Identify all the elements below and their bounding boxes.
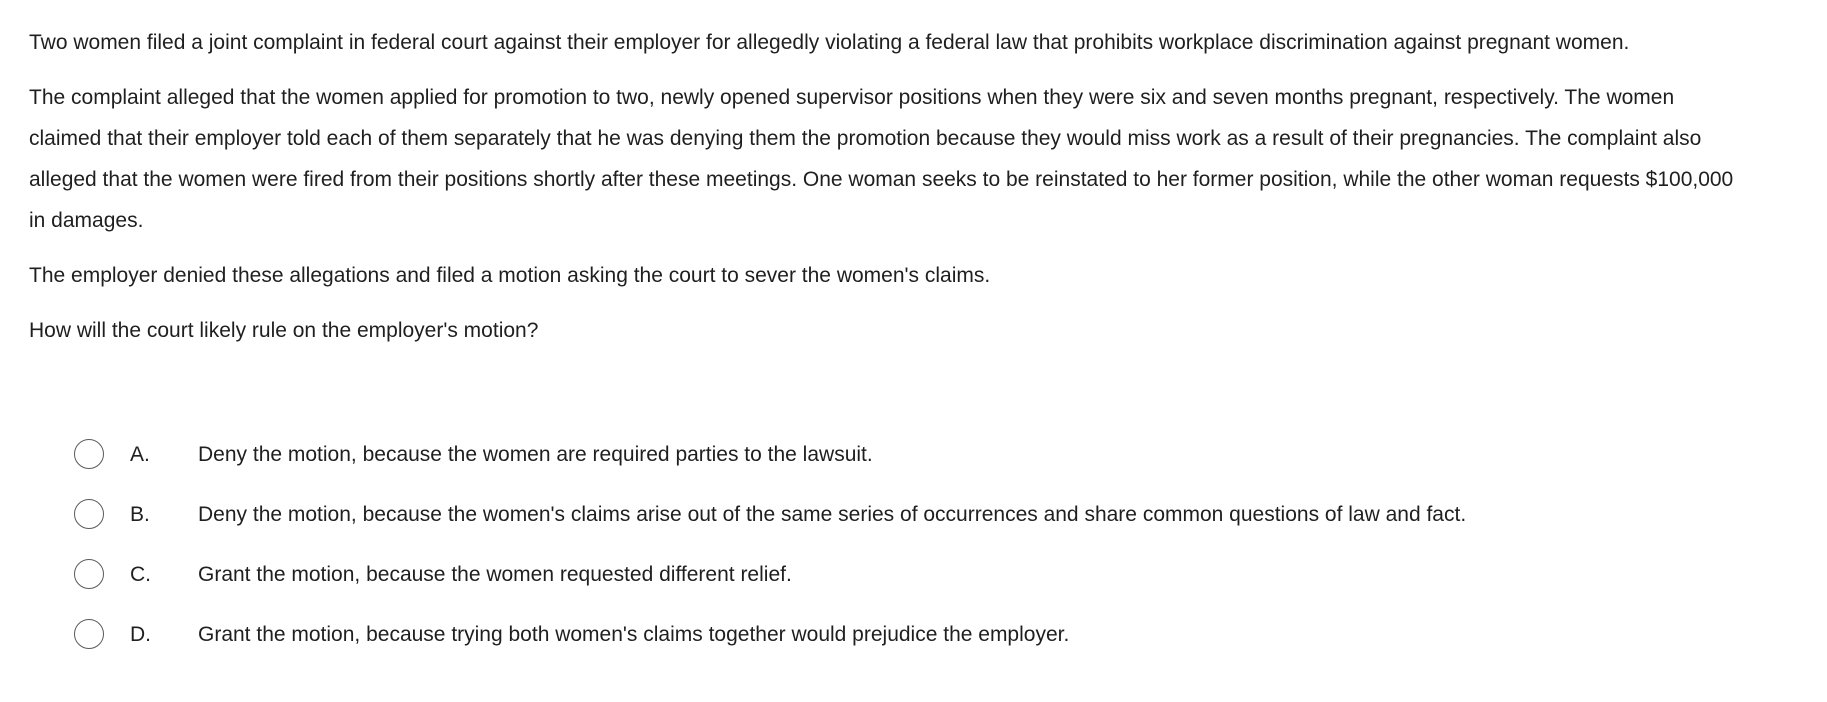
question-body: Two women filed a joint complaint in fed… [29, 22, 1749, 375]
choice-letter-d: D. [130, 623, 151, 646]
choice-text-b[interactable]: Deny the motion, because the women's cla… [198, 494, 1718, 535]
radio-button-d[interactable] [74, 619, 104, 649]
question-paragraph-1: Two women filed a joint complaint in fed… [29, 31, 1630, 54]
choice-text-a[interactable]: Deny the motion, because the women are r… [198, 434, 1718, 475]
answer-choice-a[interactable]: A. Deny the motion, because the women ar… [74, 434, 1754, 475]
question-paragraph-2: The complaint alleged that the women app… [29, 86, 1734, 232]
radio-button-c[interactable] [74, 559, 104, 589]
choice-letter-a: A. [130, 443, 150, 466]
choice-text-d[interactable]: Grant the motion, because trying both wo… [198, 614, 1718, 655]
radio-button-a[interactable] [74, 439, 104, 469]
choice-text-c[interactable]: Grant the motion, because the women requ… [198, 554, 1718, 595]
radio-button-b[interactable] [74, 499, 104, 529]
question-stem: How will the court likely rule on the em… [29, 319, 539, 342]
answer-choices: A. Deny the motion, because the women ar… [74, 434, 1754, 674]
answer-choice-d[interactable]: D. Grant the motion, because trying both… [74, 614, 1754, 655]
question-paragraph-3: The employer denied these allegations an… [29, 264, 991, 287]
answer-choice-c[interactable]: C. Grant the motion, because the women r… [74, 554, 1754, 595]
answer-choice-b[interactable]: B. Deny the motion, because the women's … [74, 494, 1754, 535]
choice-letter-c: C. [130, 563, 151, 586]
choice-letter-b: B. [130, 503, 150, 526]
